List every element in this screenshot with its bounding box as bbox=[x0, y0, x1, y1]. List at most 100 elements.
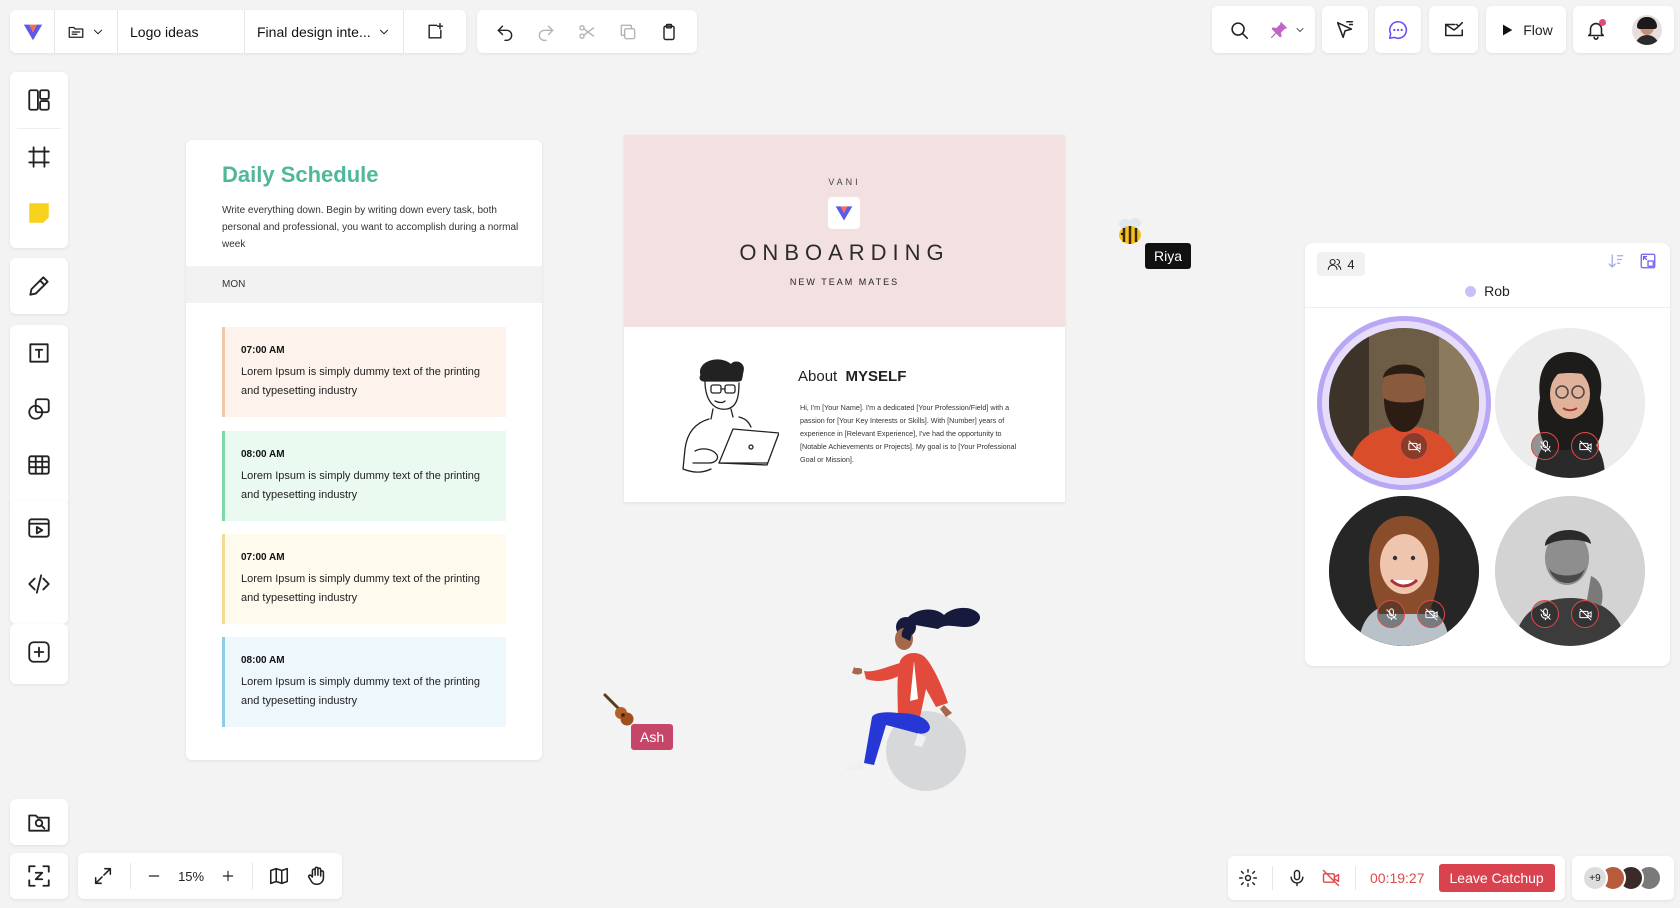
left-toolbar-top bbox=[10, 72, 68, 248]
hand-tool-icon[interactable] bbox=[306, 865, 328, 887]
schedule-intro: Write everything down. Begin by writing … bbox=[222, 205, 519, 250]
settings-gear-icon[interactable] bbox=[1238, 868, 1258, 888]
pin-sticker-button[interactable] bbox=[1262, 19, 1312, 41]
microphone-icon[interactable] bbox=[1287, 868, 1307, 888]
bell-icon[interactable] bbox=[1585, 18, 1607, 41]
schedule-slot[interactable]: 08:00 AM Lorem Ipsum is simply dummy tex… bbox=[222, 637, 506, 727]
schedule-slot[interactable]: 08:00 AM Lorem Ipsum is simply dummy tex… bbox=[222, 431, 506, 521]
gallery-search-icon[interactable] bbox=[10, 799, 68, 845]
notification-dot bbox=[1599, 18, 1607, 26]
templates-icon[interactable] bbox=[10, 72, 68, 128]
undo-icon[interactable] bbox=[495, 22, 515, 42]
mic-off-button[interactable] bbox=[1531, 600, 1559, 628]
woman-on-ball-illustration[interactable] bbox=[818, 593, 990, 793]
layout-toggle-icon[interactable] bbox=[1639, 252, 1657, 270]
slot-text: Lorem Ipsum is simply dummy text of the … bbox=[241, 573, 481, 604]
camera-off-icon bbox=[1578, 440, 1592, 452]
onboarding-card[interactable]: VANI ONBOARDING NEW TEAM MATES About MYS… bbox=[624, 135, 1065, 502]
schedule-slot[interactable]: 07:00 AM Lorem Ipsum is simply dummy tex… bbox=[222, 534, 506, 624]
shapes-icon[interactable] bbox=[10, 381, 68, 437]
schedule-slot[interactable]: 07:00 AM Lorem Ipsum is simply dummy tex… bbox=[222, 327, 506, 417]
zoom-out-icon[interactable] bbox=[146, 865, 162, 887]
slot-time: 08:00 AM bbox=[241, 655, 285, 666]
slot-time: 08:00 AM bbox=[241, 449, 285, 460]
mail-check-icon bbox=[1443, 19, 1465, 41]
participant-video-tile[interactable] bbox=[1329, 496, 1479, 646]
participant-video-tile[interactable] bbox=[1495, 496, 1645, 646]
zoom-in-icon[interactable] bbox=[220, 865, 236, 887]
camera-off-button[interactable] bbox=[1571, 600, 1599, 628]
participant-count-badge[interactable]: 4 bbox=[1317, 252, 1365, 276]
paste-icon[interactable] bbox=[659, 22, 679, 42]
left-toolbar-media bbox=[10, 500, 68, 624]
code-icon[interactable] bbox=[10, 556, 68, 612]
search-icon[interactable] bbox=[1216, 19, 1262, 41]
new-board-button[interactable] bbox=[404, 10, 466, 53]
camera-off-button[interactable] bbox=[1571, 432, 1599, 460]
camera-off-icon[interactable] bbox=[1321, 868, 1341, 888]
cut-icon[interactable] bbox=[577, 22, 597, 42]
app-logo[interactable] bbox=[10, 10, 54, 53]
slot-time: 07:00 AM bbox=[241, 552, 285, 563]
onboarding-banner: VANI ONBOARDING NEW TEAM MATES bbox=[624, 135, 1065, 327]
participant-count: 4 bbox=[1347, 256, 1355, 272]
sticky-note-icon[interactable] bbox=[10, 185, 68, 241]
camera-off-icon bbox=[1407, 440, 1421, 452]
day-header: MON bbox=[186, 266, 542, 303]
speaker-dot bbox=[1465, 285, 1477, 297]
left-toolbar-pen bbox=[10, 258, 68, 314]
table-icon[interactable] bbox=[10, 437, 68, 493]
user-avatar[interactable] bbox=[1631, 14, 1662, 45]
map-icon[interactable] bbox=[268, 865, 290, 887]
slot-text: Lorem Ipsum is simply dummy text of the … bbox=[241, 366, 481, 397]
ash-cursor-label: Ash bbox=[631, 724, 674, 750]
call-controls-bar: 00:19:27 Leave Catchup bbox=[1228, 856, 1565, 900]
design-name-dropdown[interactable]: Final design inte... bbox=[245, 10, 403, 53]
flow-button[interactable]: Flow bbox=[1486, 6, 1566, 53]
about-prefix: About bbox=[798, 368, 838, 385]
copy-icon[interactable] bbox=[618, 22, 638, 42]
leave-catchup-button[interactable]: Leave Catchup bbox=[1438, 864, 1555, 892]
tile-divider bbox=[1305, 307, 1670, 308]
comment-icon bbox=[1387, 19, 1409, 41]
slot-text: Lorem Ipsum is simply dummy text of the … bbox=[241, 470, 481, 501]
cursor-chat-button[interactable] bbox=[1322, 6, 1368, 53]
participants-stack[interactable]: +9 bbox=[1572, 856, 1674, 900]
daily-schedule-card[interactable]: Daily Schedule Write everything down. Be… bbox=[186, 140, 542, 760]
active-speaker: Rob bbox=[1305, 283, 1670, 299]
chevron-down-icon bbox=[1296, 27, 1303, 32]
camera-off-button[interactable] bbox=[1417, 600, 1445, 628]
brand-logo bbox=[828, 197, 860, 229]
zoom-level[interactable]: 15% bbox=[178, 869, 204, 884]
top-left-toolbar: Logo ideas Final design inte... bbox=[10, 10, 466, 53]
participant-video-tile[interactable] bbox=[1495, 328, 1645, 478]
share-button[interactable] bbox=[1429, 6, 1478, 53]
guitar-sticker bbox=[602, 692, 636, 726]
comments-button[interactable] bbox=[1375, 6, 1421, 53]
bee-sticker bbox=[1116, 216, 1144, 246]
video-embed-icon[interactable] bbox=[10, 500, 68, 556]
zoom-fit-icon[interactable] bbox=[10, 853, 68, 899]
video-call-panel: 4 Rob bbox=[1305, 243, 1670, 666]
search-sticker-group bbox=[1212, 6, 1315, 53]
file-menu-button[interactable] bbox=[55, 10, 117, 53]
fullscreen-icon[interactable] bbox=[92, 865, 114, 887]
call-timer: 00:19:27 bbox=[1370, 870, 1425, 886]
zoom-controls: 15% bbox=[78, 853, 342, 899]
camera-off-button[interactable] bbox=[1400, 432, 1428, 460]
text-tool-icon[interactable] bbox=[10, 325, 68, 381]
frame-icon[interactable] bbox=[10, 129, 68, 185]
cursor-chat-icon bbox=[1334, 19, 1356, 41]
file-name[interactable]: Logo ideas bbox=[118, 10, 244, 53]
sort-icon[interactable] bbox=[1607, 252, 1625, 270]
brand-label: VANI bbox=[828, 177, 861, 187]
mic-off-button[interactable] bbox=[1377, 600, 1405, 628]
mic-off-button[interactable] bbox=[1531, 432, 1559, 460]
onboarding-title: ONBOARDING bbox=[739, 240, 950, 265]
schedule-title: Daily Schedule bbox=[222, 162, 379, 187]
about-body: Hi, I'm [Your Name]. I'm a dedicated [Yo… bbox=[800, 403, 1017, 464]
redo-icon[interactable] bbox=[536, 22, 556, 42]
pen-icon[interactable] bbox=[10, 258, 68, 314]
add-widget-icon[interactable] bbox=[10, 624, 68, 680]
about-bold: MYSELF bbox=[845, 368, 907, 385]
